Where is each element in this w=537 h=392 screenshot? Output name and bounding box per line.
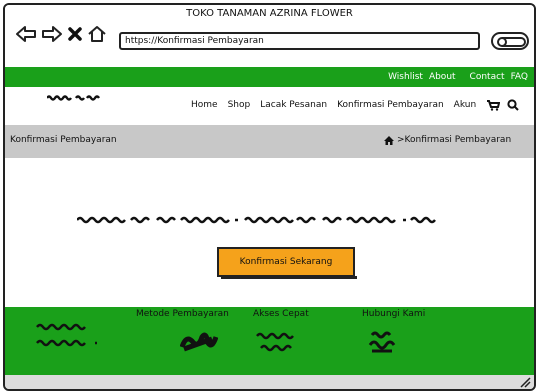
top-links-bar: Wishlist About Contact FAQ: [5, 67, 534, 87]
search-icon[interactable]: [506, 99, 520, 111]
browser-search-button[interactable]: [491, 32, 529, 50]
address-text: https://Konfirmasi Pembayaran: [125, 36, 264, 46]
breadcrumb-separator: >: [397, 135, 405, 145]
page-title: Konfirmasi Pembayaran: [10, 135, 117, 145]
browser-chrome: TOKO TANAMAN AZRINA FLOWER https://Konfi…: [5, 5, 534, 61]
link-about[interactable]: About: [429, 67, 456, 87]
main-content: Konfirmasi Sekarang: [5, 158, 534, 307]
nav-item-lacak-pesanan[interactable]: Lacak Pesanan: [260, 100, 327, 110]
close-icon[interactable]: [67, 25, 83, 43]
footer-heading-quick-access: Akses Cepat: [253, 309, 309, 319]
footer-heading-payment: Metode Pembayaran: [136, 309, 229, 319]
window-title: TOKO TANAMAN AZRINA FLOWER: [186, 8, 353, 19]
nav-item-konfirmasi-pembayaran[interactable]: Konfirmasi Pembayaran: [337, 100, 444, 110]
resize-grip-icon[interactable]: [519, 376, 531, 388]
konfirmasi-sekarang-button[interactable]: Konfirmasi Sekarang: [217, 247, 357, 279]
nav-item-akun[interactable]: Akun: [454, 100, 477, 110]
search-bubble-icon: [497, 37, 526, 47]
link-faq[interactable]: FAQ: [511, 67, 528, 87]
browser-window: TOKO TANAMAN AZRINA FLOWER https://Konfi…: [3, 3, 536, 391]
footer-brand-scribble: [36, 323, 97, 347]
breadcrumb: > Konfirmasi Pembayaran: [383, 125, 511, 155]
footer: Metode Pembayaran Akses Cepat Hubungi Ka…: [5, 307, 534, 375]
address-bar[interactable]: https://Konfirmasi Pembayaran: [119, 32, 480, 50]
home-nav-icon[interactable]: [87, 25, 107, 43]
quick-access-links[interactable]: [253, 331, 303, 353]
back-arrow-icon[interactable]: [15, 25, 37, 43]
forward-arrow-icon[interactable]: [41, 25, 63, 43]
breadcrumb-current: Konfirmasi Pembayaran: [404, 135, 512, 145]
placeholder-text-line: [77, 216, 436, 224]
cart-icon[interactable]: [486, 99, 501, 111]
link-wishlist[interactable]: Wishlist: [388, 67, 423, 87]
nav-menu: Home Shop Lacak Pesanan Konfirmasi Pemba…: [191, 99, 520, 111]
breadcrumb-band: Konfirmasi Pembayaran > Konfirmasi Pemba…: [5, 125, 534, 158]
browser-nav-buttons: [15, 25, 107, 43]
brand-logo[interactable]: [47, 95, 101, 101]
nav-item-home[interactable]: Home: [191, 100, 218, 110]
contact-links[interactable]: [368, 331, 400, 355]
nav-item-shop[interactable]: Shop: [228, 100, 251, 110]
link-contact[interactable]: Contact: [470, 67, 505, 87]
main-nav: Home Shop Lacak Pesanan Konfirmasi Pemba…: [5, 87, 534, 125]
footer-heading-contact: Hubungi Kami: [362, 309, 426, 319]
status-bar: [5, 375, 534, 389]
payment-method-logos: [180, 332, 218, 352]
top-links: Wishlist About Contact FAQ: [382, 67, 528, 87]
home-icon[interactable]: [383, 135, 395, 146]
